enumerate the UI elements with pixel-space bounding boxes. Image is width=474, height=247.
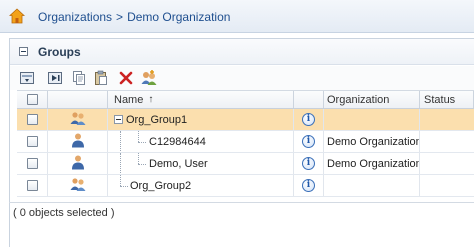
row-checkbox[interactable]	[26, 136, 38, 147]
toolbar	[10, 66, 474, 90]
panel-title: Groups	[38, 45, 81, 59]
row-status	[420, 175, 474, 196]
user-icon	[71, 154, 85, 173]
row-status	[420, 109, 474, 130]
tree-guide	[120, 186, 128, 187]
row-name[interactable]: Demo, User	[149, 158, 208, 170]
header-status[interactable]: Status	[420, 91, 474, 108]
table-row[interactable]: Org_Group2 i	[17, 175, 474, 197]
header-icon-column	[48, 91, 108, 108]
row-name[interactable]: Org_Group2	[130, 180, 191, 192]
tree-guide	[138, 153, 139, 164]
row-type-cell	[48, 109, 108, 130]
tree-guide	[120, 175, 121, 186]
row-status	[420, 131, 474, 152]
collapse-icon[interactable]	[19, 47, 28, 56]
breadcrumb-demo-organization[interactable]: Demo Organization	[127, 10, 230, 24]
table-header: Name ↑ Organization Status	[17, 90, 474, 109]
row-checkbox-cell	[17, 175, 48, 196]
row-name-cell: Demo, User	[108, 153, 294, 174]
select-all-checkbox[interactable]	[26, 94, 38, 105]
row-type-cell	[48, 153, 108, 174]
row-type-cell	[48, 131, 108, 152]
sort-ascending-icon: ↑	[148, 94, 154, 105]
tree-guide	[138, 142, 146, 143]
home-icon[interactable]	[8, 8, 26, 24]
toggle-view-icon[interactable]	[18, 69, 36, 87]
user-icon	[71, 132, 85, 151]
info-icon[interactable]: i	[302, 157, 315, 170]
row-info-cell: i	[294, 175, 324, 196]
paste-icon[interactable]	[92, 69, 110, 87]
tree-guide	[120, 131, 121, 152]
row-info-cell: i	[294, 109, 324, 130]
selection-status: ( 0 objects selected )	[13, 207, 115, 219]
tree-collapse-icon[interactable]	[114, 115, 123, 124]
group-icon	[70, 176, 86, 195]
tree-guide	[120, 153, 121, 174]
header-info-column	[294, 91, 324, 108]
header-status-label: Status	[424, 93, 456, 106]
row-checkbox[interactable]	[26, 180, 38, 191]
row-type-cell	[48, 175, 108, 196]
row-status	[420, 153, 474, 174]
row-name-cell: Org_Group1	[108, 109, 294, 130]
header-name[interactable]: Name ↑	[108, 91, 294, 108]
row-checkbox-cell	[17, 153, 48, 174]
row-checkbox[interactable]	[26, 114, 38, 125]
row-checkbox[interactable]	[26, 158, 38, 169]
row-organization: Demo Organization	[324, 131, 420, 152]
row-name-cell: Org_Group2	[108, 175, 294, 196]
header-organization-label: Organization	[327, 93, 390, 106]
row-checkbox-cell	[17, 109, 48, 130]
panel-footer: ( 0 objects selected )	[9, 202, 474, 224]
group-icon	[70, 110, 86, 129]
table-row[interactable]: Org_Group1 i	[17, 109, 474, 131]
breadcrumb-separator: >	[116, 10, 124, 24]
breadcrumb-organizations[interactable]: Organizations	[38, 10, 112, 24]
row-info-cell: i	[294, 131, 324, 152]
row-organization	[324, 175, 420, 196]
copy-icon[interactable]	[70, 69, 88, 87]
breadcrumb-bar: Organizations > Demo Organization	[0, 0, 474, 33]
row-name-cell: C12984644	[108, 131, 294, 152]
add-group-icon[interactable]	[140, 69, 158, 87]
row-organization	[324, 109, 420, 130]
delete-icon[interactable]	[117, 69, 135, 87]
info-icon[interactable]: i	[302, 135, 315, 148]
breadcrumb: Organizations > Demo Organization	[38, 10, 230, 24]
expand-icon[interactable]	[46, 69, 64, 87]
tree-guide	[138, 164, 146, 165]
table-row[interactable]: C12984644 i Demo Organization	[17, 131, 474, 153]
table-row[interactable]: Demo, User i Demo Organization	[17, 153, 474, 175]
info-icon[interactable]: i	[302, 179, 315, 192]
tree-guide	[138, 131, 139, 142]
row-info-cell: i	[294, 153, 324, 174]
row-name[interactable]: C12984644	[149, 136, 206, 148]
row-checkbox-cell	[17, 131, 48, 152]
panel-header: Groups	[10, 39, 474, 65]
header-organization[interactable]: Organization	[324, 91, 420, 108]
info-icon[interactable]: i	[302, 113, 315, 126]
row-organization: Demo Organization	[324, 153, 420, 174]
header-checkbox-cell	[17, 91, 48, 108]
header-name-label: Name	[114, 93, 144, 106]
row-name[interactable]: Org_Group1	[126, 114, 187, 126]
